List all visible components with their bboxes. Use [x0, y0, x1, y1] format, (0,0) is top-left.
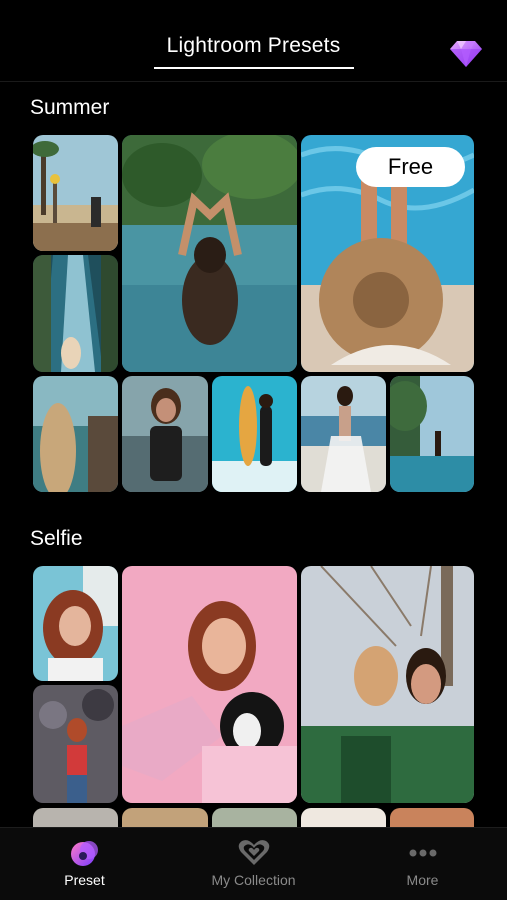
preset-thumbnail[interactable]: [122, 376, 208, 492]
free-badge: Free: [356, 147, 465, 187]
preset-thumbnail[interactable]: [33, 376, 118, 492]
title-underline: [154, 67, 354, 69]
heart-collection-icon: [237, 838, 271, 868]
section-title-summer: Summer: [30, 96, 110, 119]
preset-thumbnail[interactable]: [122, 566, 297, 803]
preset-thumbnail[interactable]: [33, 255, 118, 372]
preset-icon: [68, 838, 102, 868]
preset-thumbnail[interactable]: [122, 135, 297, 372]
tab-preset-label: Preset: [64, 872, 105, 888]
more-dots-icon: [406, 838, 440, 868]
diamond-icon[interactable]: [448, 35, 484, 71]
preset-thumbnail[interactable]: [212, 376, 297, 492]
tab-my-collection[interactable]: My Collection: [169, 828, 338, 900]
tab-more-label: More: [406, 872, 439, 888]
bottom-tab-bar: Preset My Collection More: [0, 827, 507, 900]
preset-thumbnail[interactable]: [301, 376, 386, 492]
preset-thumbnail[interactable]: [33, 685, 118, 803]
preset-thumbnail[interactable]: [33, 135, 118, 251]
preset-thumbnail[interactable]: [301, 566, 474, 803]
preset-thumbnail[interactable]: [33, 566, 118, 681]
section-title-selfie: Selfie: [30, 527, 83, 550]
top-header: Lightroom Presets: [0, 0, 507, 82]
preset-thumbnail[interactable]: [390, 376, 474, 492]
tab-my-collection-label: My Collection: [211, 872, 296, 888]
tab-more[interactable]: More: [338, 828, 507, 900]
tab-preset[interactable]: Preset: [0, 828, 169, 900]
page-title: Lightroom Presets: [166, 34, 341, 57]
